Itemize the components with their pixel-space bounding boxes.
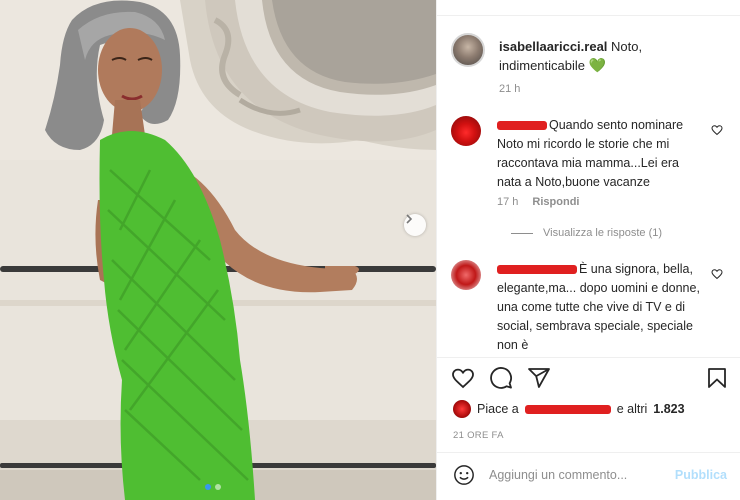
photo-illustration	[0, 0, 436, 500]
divider	[437, 15, 740, 16]
redacted-username	[524, 404, 611, 414]
heart-icon[interactable]	[711, 124, 723, 139]
post-time[interactable]: 21 h	[499, 83, 520, 95]
carousel-indicator	[205, 484, 221, 490]
heart-icon[interactable]	[711, 268, 723, 283]
liker-avatar	[453, 400, 471, 418]
post-action-bar	[451, 366, 731, 394]
emoji-icon[interactable]	[453, 464, 475, 486]
likes-summary[interactable]: Piace a e altri 1.823	[453, 400, 685, 418]
green-heart-emoji: 💚	[588, 57, 607, 73]
redacted-username	[497, 265, 577, 275]
author-username[interactable]: isabellaaricci.real	[499, 39, 607, 54]
comment-meta: 17 h Rispondi	[497, 196, 579, 208]
comment-text: È una signora, bella, elegante,ma... dop…	[497, 262, 700, 352]
reply-button[interactable]: Rispondi	[532, 196, 579, 208]
likes-suffix: e altri	[616, 402, 648, 416]
comment-icon[interactable]	[489, 366, 515, 392]
likes-prefix: Piace a	[477, 402, 519, 416]
comment-body: È una signora, bella, elegante,ma... dop…	[497, 260, 702, 355]
post-date[interactable]: 21 ORE FA	[453, 430, 504, 441]
publish-button[interactable]: Pubblica	[675, 468, 727, 482]
post-caption: isabellaaricci.real Noto, indimenticabil…	[499, 37, 699, 75]
carousel-dot	[215, 484, 221, 490]
comments-panel: isabellaaricci.real Noto, indimenticabil…	[436, 0, 740, 500]
divider	[437, 452, 740, 453]
share-icon[interactable]	[527, 366, 553, 392]
heart-icon[interactable]	[451, 366, 477, 392]
commenter-avatar[interactable]	[451, 116, 481, 146]
bookmark-icon[interactable]	[705, 366, 731, 392]
likes-count[interactable]: 1.823	[653, 402, 684, 416]
commenter-avatar[interactable]	[451, 260, 481, 290]
post-photo[interactable]	[0, 0, 436, 500]
view-replies-button[interactable]: Visualizza le risposte (1)	[511, 227, 662, 239]
redacted-username	[497, 121, 547, 131]
author-avatar[interactable]	[451, 33, 485, 67]
comment-time[interactable]: 17 h	[497, 196, 518, 208]
divider	[437, 357, 740, 358]
carousel-dot	[205, 484, 211, 490]
comment-body: Quando sento nominare Noto mi ricordo le…	[497, 116, 702, 192]
view-replies-label[interactable]: Visualizza le risposte (1)	[543, 227, 662, 239]
comment-input[interactable]	[489, 464, 674, 486]
chevron-right-icon[interactable]	[404, 214, 426, 236]
comment-composer: Pubblica	[451, 462, 731, 490]
divider	[511, 232, 533, 234]
